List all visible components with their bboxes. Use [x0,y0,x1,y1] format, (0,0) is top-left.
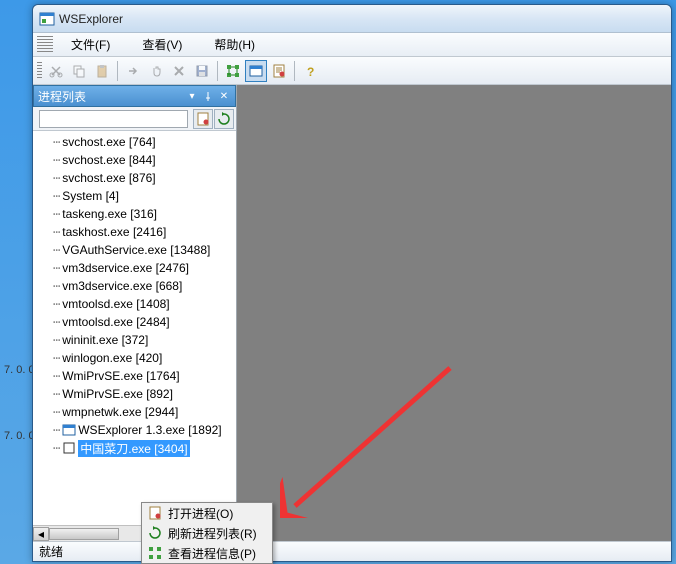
panel-pin-icon[interactable] [201,89,215,103]
process-item[interactable]: ⋯taskhost.exe [2416] [33,223,236,241]
process-tree-icon [146,545,164,561]
process-label: WmiPrvSE.exe [1764] [62,369,179,383]
context-menu: 打开进程(O) 刷新进程列表(R) 查看进程信息(P) [141,502,273,564]
toolbar-grip [37,62,42,80]
scroll-thumb[interactable] [49,528,119,540]
process-label: wininit.exe [372] [62,333,148,347]
process-tree-button[interactable] [222,60,244,82]
hand-button[interactable] [145,60,167,82]
properties-icon [146,505,164,521]
forward-button[interactable] [122,60,144,82]
status-bar: 就绪 [33,541,671,561]
copy-button[interactable] [68,60,90,82]
process-label: svchost.exe [844] [62,153,155,167]
process-item[interactable]: ⋯wininit.exe [372] [33,331,236,349]
process-item[interactable]: ⋯winlogon.exe [420] [33,349,236,367]
toolbar: ? [33,57,671,85]
menu-bar: 文件(F) 查看(V) 帮助(H) [33,33,671,57]
title-bar[interactable]: WSExplorer [33,5,671,33]
properties-button[interactable] [268,60,290,82]
refresh-button[interactable] [214,109,234,129]
process-label: svchost.exe [876] [62,171,155,185]
process-list-panel: 进程列表 ▾ ✕ ⋯svchost.exe [764]⋯svchost.exe … [33,85,237,541]
process-item[interactable]: ⋯svchost.exe [844] [33,151,236,169]
process-label: WmiPrvSE.exe [892] [62,387,173,401]
status-text: 就绪 [39,543,63,560]
process-item[interactable]: ⋯WmiPrvSE.exe [1764] [33,367,236,385]
process-item[interactable]: ⋯taskeng.exe [316] [33,205,236,223]
app-window: WSExplorer 文件(F) 查看(V) 帮助(H) ? 进程列表 ▾ [32,4,672,562]
panel-toolbar [33,107,236,131]
open-process-button[interactable] [193,109,213,129]
process-item[interactable]: ⋯中国菜刀.exe [3404] [33,439,236,457]
panel-close-icon[interactable]: ✕ [217,89,231,103]
menu-help[interactable]: 帮助(H) [198,33,271,56]
save-button[interactable] [191,60,213,82]
bg-version-text: 7. 0. 0 [4,430,35,442]
menu-view[interactable]: 查看(V) [126,33,198,56]
menu-file[interactable]: 文件(F) [55,33,126,56]
process-item[interactable]: ⋯svchost.exe [764] [33,133,236,151]
process-label: WSExplorer 1.3.exe [1892] [78,423,221,437]
cut-button[interactable] [45,60,67,82]
process-item[interactable]: ⋯wmpnetwk.exe [2944] [33,403,236,421]
process-item[interactable]: ⋯VGAuthService.exe [13488] [33,241,236,259]
help-button[interactable]: ? [299,60,321,82]
app-icon [39,11,55,27]
path-input[interactable] [39,110,188,128]
process-item[interactable]: ⋯vm3dservice.exe [668] [33,277,236,295]
process-label: vm3dservice.exe [2476] [62,261,189,275]
process-item[interactable]: ⋯WmiPrvSE.exe [892] [33,385,236,403]
process-label: vm3dservice.exe [668] [62,279,182,293]
paste-button[interactable] [91,60,113,82]
bg-version-text: 7. 0. 0 [4,364,35,376]
process-label: 中国菜刀.exe [3404] [78,440,189,457]
process-icon [62,441,76,455]
process-item[interactable]: ⋯WSExplorer 1.3.exe [1892] [33,421,236,439]
process-label: svchost.exe [764] [62,135,155,149]
refresh-icon [146,525,164,541]
process-label: vmtoolsd.exe [1408] [62,297,169,311]
process-label: winlogon.exe [420] [62,351,162,365]
process-label: taskeng.exe [316] [62,207,157,221]
svg-text:?: ? [307,65,314,78]
process-label: taskhost.exe [2416] [62,225,166,239]
process-label: System [4] [62,189,119,203]
panel-dropdown-icon[interactable]: ▾ [185,89,199,103]
menu-grip [37,36,53,54]
process-item[interactable]: ⋯System [4] [33,187,236,205]
menu-refresh-list[interactable]: 刷新进程列表(R) [142,523,272,543]
process-item[interactable]: ⋯vmtoolsd.exe [1408] [33,295,236,313]
panel-title: 进程列表 [38,88,86,105]
process-item[interactable]: ⋯svchost.exe [876] [33,169,236,187]
process-item[interactable]: ⋯vm3dservice.exe [2476] [33,259,236,277]
workspace-area [237,85,671,541]
process-item[interactable]: ⋯vmtoolsd.exe [2484] [33,313,236,331]
panel-header[interactable]: 进程列表 ▾ ✕ [33,85,236,107]
process-icon [62,423,76,437]
process-label: VGAuthService.exe [13488] [62,243,210,257]
scroll-left-icon[interactable]: ◂ [33,527,49,541]
window-list-button[interactable] [245,60,267,82]
process-label: wmpnetwk.exe [2944] [62,405,178,419]
menu-view-info[interactable]: 查看进程信息(P) [142,543,272,563]
menu-open-process[interactable]: 打开进程(O) [142,503,272,523]
window-title: WSExplorer [59,12,123,26]
process-label: vmtoolsd.exe [2484] [62,315,169,329]
process-tree[interactable]: ⋯svchost.exe [764]⋯svchost.exe [844]⋯svc… [33,131,236,525]
stop-button[interactable] [168,60,190,82]
